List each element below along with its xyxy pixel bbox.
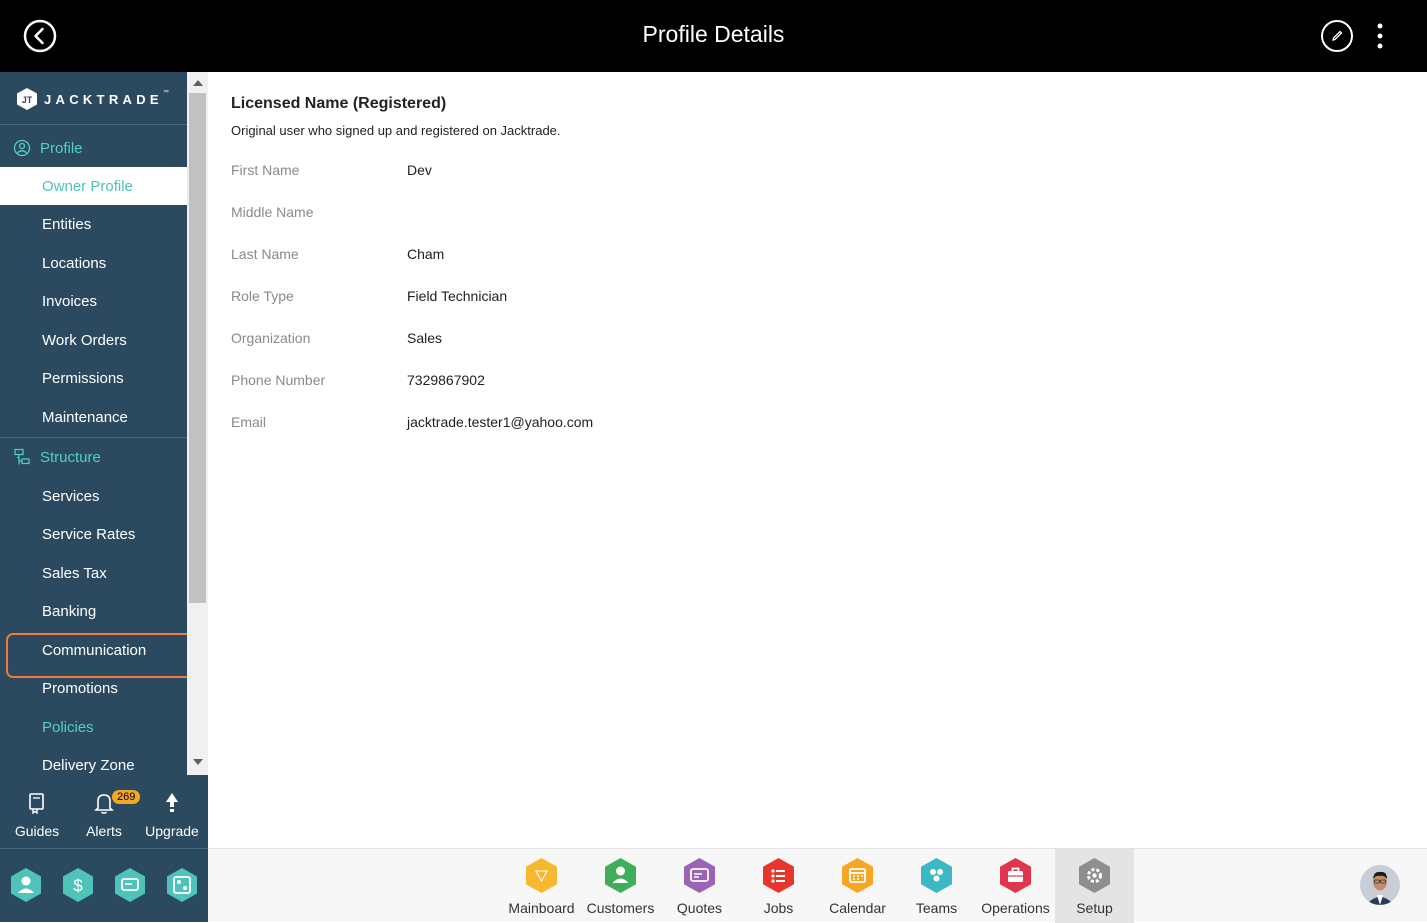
field-first-name: First Name Dev — [231, 162, 831, 182]
upgrade-label: Upgrade — [145, 823, 199, 839]
top-bar: Profile Details — [0, 0, 1427, 72]
guide-book-icon — [29, 793, 44, 814]
section-title: Licensed Name (Registered) — [231, 95, 447, 112]
customers-icon — [605, 858, 636, 893]
nav-label: Mainboard — [508, 900, 575, 916]
app-shortcuts: $ — [0, 848, 208, 922]
sidebar-item-work-orders[interactable]: Work Orders — [0, 321, 187, 359]
field-value: 7329867902 — [407, 372, 485, 388]
sidebar-item-permissions[interactable]: Permissions — [0, 359, 187, 397]
quotes-icon — [684, 858, 715, 893]
field-label: Phone Number — [231, 372, 326, 388]
field-email: Email jacktrade.tester1@yahoo.com — [231, 414, 831, 434]
sidebar-item-owner-profile[interactable]: Owner Profile — [0, 167, 187, 205]
sidebar-item-delivery-zone[interactable]: Delivery Zone — [0, 746, 187, 775]
brand-logo: JT JACKTRADE ™ — [16, 86, 169, 112]
field-value: jacktrade.tester1@yahoo.com — [407, 414, 594, 430]
teams-icon — [921, 858, 952, 893]
nav-operations[interactable]: Operations — [976, 849, 1055, 923]
sidebar-section-label: Profile — [40, 139, 83, 157]
sidebar-item-invoices[interactable]: Invoices — [0, 282, 187, 320]
edit-icon[interactable] — [1320, 19, 1354, 53]
hierarchy-icon — [14, 448, 30, 465]
sidebar-scrollbar[interactable] — [187, 72, 208, 775]
payments-app-icon[interactable] — [113, 867, 147, 903]
nav-label: Customers — [586, 900, 655, 916]
scroll-down-arrow[interactable] — [193, 759, 203, 765]
field-label: Organization — [231, 330, 311, 346]
field-label: Role Type — [231, 288, 294, 304]
org-app-icon[interactable] — [165, 867, 199, 903]
nav-label: Jobs — [763, 900, 794, 916]
field-label: Last Name — [231, 246, 299, 262]
sidebar-item-maintenance[interactable]: Maintenance — [0, 398, 187, 436]
sidebar-item-locations[interactable]: Locations — [0, 244, 187, 282]
sidebar-item-policies[interactable]: Policies — [0, 708, 187, 746]
field-middle-name: Middle Name — [231, 204, 831, 224]
field-phone-number: Phone Number 7329867902 — [231, 372, 831, 392]
nav-label: Quotes — [676, 900, 723, 916]
alerts-button[interactable]: 269 Alerts — [69, 790, 141, 839]
field-label: First Name — [231, 162, 300, 178]
bottom-nav: Mainboard Customers Quotes Jobs Calendar… — [208, 848, 1427, 923]
utility-bar: Guides 269 Alerts Upgrade — [0, 775, 208, 848]
upgrade-arrow-icon — [166, 793, 178, 812]
sidebar-item-banking[interactable]: Banking — [0, 592, 187, 630]
avatar[interactable] — [1360, 865, 1400, 905]
brand-tm: ™ — [162, 90, 169, 96]
field-organization: Organization Sales — [231, 330, 831, 350]
nav-label: Calendar — [829, 900, 886, 916]
nav-setup[interactable]: Setup — [1055, 849, 1134, 923]
nav-jobs[interactable]: Jobs — [739, 849, 818, 923]
field-role-type: Role Type Field Technician — [231, 288, 831, 308]
field-last-name: Last Name Cham — [231, 246, 831, 266]
upgrade-button[interactable]: Upgrade — [137, 791, 207, 839]
more-options-icon[interactable] — [1370, 20, 1390, 52]
highlight-frame — [6, 633, 201, 678]
sidebar-section-label: Structure — [40, 448, 101, 466]
guides-button[interactable]: Guides — [2, 791, 72, 839]
field-label: Email — [231, 414, 267, 430]
field-value: Sales — [407, 330, 443, 346]
field-value: Cham — [407, 246, 445, 262]
divider — [0, 124, 187, 125]
calendar-icon — [842, 858, 873, 893]
nav-label: Operations — [981, 900, 1050, 916]
person-app-icon[interactable] — [9, 867, 43, 903]
scroll-up-arrow[interactable] — [193, 80, 203, 86]
user-circle-icon — [13, 139, 31, 157]
nav-teams[interactable]: Teams — [897, 849, 976, 923]
jobs-icon — [763, 858, 794, 893]
nav-label: Setup — [1076, 900, 1113, 916]
jacktrade-logo-icon: JT — [17, 88, 37, 110]
nav-label: Teams — [915, 900, 958, 916]
nav-quotes[interactable]: Quotes — [660, 849, 739, 923]
sidebar-item-services[interactable]: Services — [0, 477, 187, 515]
setup-icon — [1079, 858, 1110, 893]
section-description: Original user who signed up and register… — [231, 123, 561, 138]
sidebar-section-profile[interactable]: Profile — [0, 129, 187, 167]
field-value: Field Technician — [407, 288, 508, 304]
nav-calendar[interactable]: Calendar — [818, 849, 897, 923]
guides-label: Guides — [14, 823, 60, 839]
page-title: Profile Details — [642, 21, 785, 47]
sidebar-section-structure[interactable]: Structure — [0, 438, 187, 476]
sidebar-item-service-rates[interactable]: Service Rates — [0, 515, 187, 553]
operations-icon — [1000, 858, 1031, 893]
svg-text:JT: JT — [22, 95, 33, 105]
user-avatar-icon — [1360, 865, 1400, 905]
sidebar-item-entities[interactable]: Entities — [0, 205, 187, 243]
field-value: Dev — [407, 162, 432, 178]
svg-text:$: $ — [73, 876, 83, 895]
mainboard-icon — [526, 858, 557, 893]
dollar-app-icon[interactable]: $ — [61, 867, 95, 903]
brand-name: JACKTRADE — [44, 91, 163, 107]
nav-mainboard[interactable]: Mainboard — [502, 849, 581, 923]
scroll-thumb[interactable] — [189, 93, 206, 603]
field-label: Middle Name — [231, 204, 314, 220]
sidebar-item-sales-tax[interactable]: Sales Tax — [0, 554, 187, 592]
nav-customers[interactable]: Customers — [581, 849, 660, 923]
alerts-label: Alerts — [86, 823, 122, 839]
